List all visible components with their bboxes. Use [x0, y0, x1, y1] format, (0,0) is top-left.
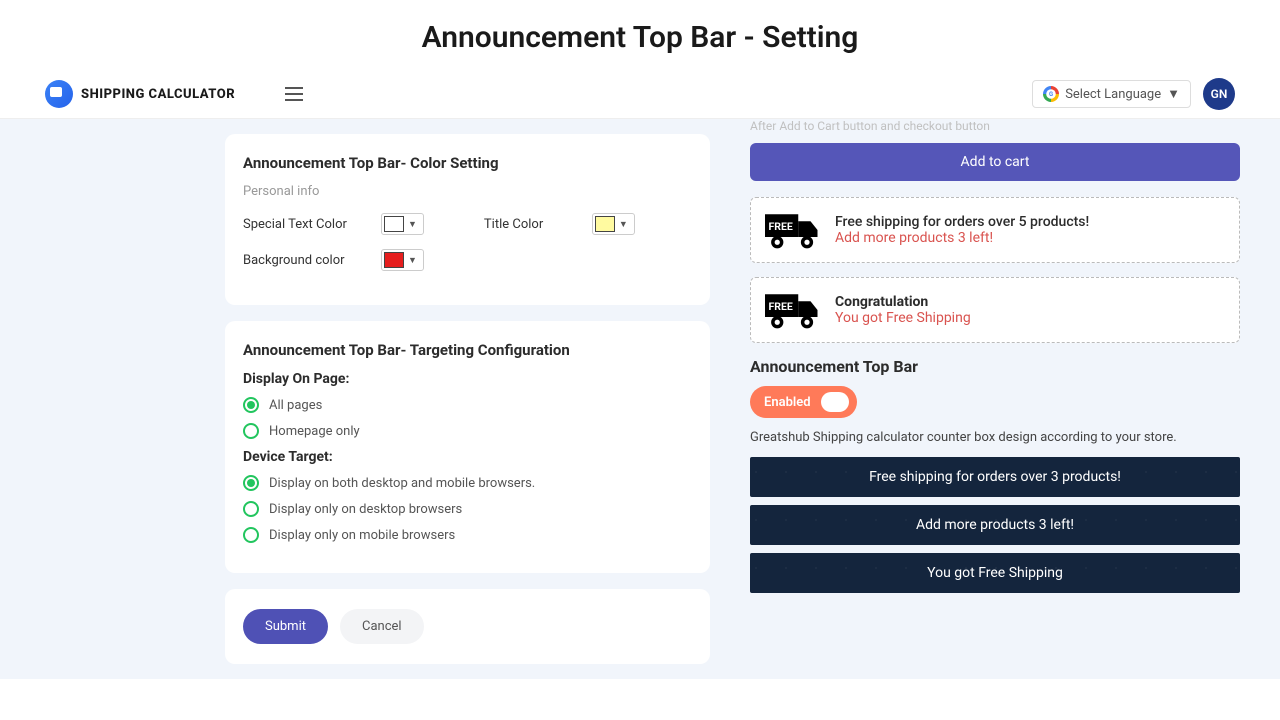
submit-button[interactable]: Submit: [243, 609, 328, 644]
content: Announcement Top Bar- Color Setting Pers…: [0, 119, 1280, 679]
radio-label: Display only on desktop browsers: [269, 502, 462, 517]
radio-label: All pages: [269, 398, 322, 413]
color-subtitle: Personal info: [243, 184, 692, 199]
menu-icon[interactable]: [285, 87, 303, 101]
radio-icon: [243, 397, 259, 413]
promo-box-2: FREE Congratulation You got Free Shippin…: [750, 277, 1240, 343]
color-swatch: [384, 252, 404, 268]
radio-icon: [243, 501, 259, 517]
radio-icon: [243, 423, 259, 439]
logo-text: SHIPPING CALCULATOR: [81, 87, 235, 102]
radio-desktop[interactable]: Display only on desktop browsers: [243, 501, 692, 517]
enabled-toggle[interactable]: Enabled: [750, 386, 857, 418]
radio-both[interactable]: Display on both desktop and mobile brows…: [243, 475, 692, 491]
preview-section-title: Announcement Top Bar: [750, 357, 1240, 376]
logo-icon: [45, 80, 73, 108]
toggle-label: Enabled: [764, 395, 811, 410]
special-text-label: Special Text Color: [243, 217, 353, 232]
bg-color-label: Background color: [243, 253, 353, 268]
action-card: Submit Cancel: [225, 589, 710, 664]
preview-desc: Greatshub Shipping calculator counter bo…: [750, 430, 1240, 445]
promo1-line1: Free shipping for orders over 5 products…: [835, 214, 1089, 230]
chevron-down-icon: ▼: [404, 219, 421, 230]
radio-homepage[interactable]: Homepage only: [243, 423, 692, 439]
settings-column: Announcement Top Bar- Color Setting Pers…: [210, 119, 720, 679]
top-bar: SHIPPING CALCULATOR Select Language ▼ GN: [0, 70, 1280, 119]
preview-column: After Add to Cart button and checkout bu…: [720, 119, 1280, 679]
logo[interactable]: SHIPPING CALCULATOR: [45, 80, 235, 108]
cancel-button[interactable]: Cancel: [340, 609, 424, 644]
google-icon: [1043, 86, 1059, 102]
color-swatch: [384, 216, 404, 232]
svg-text:FREE: FREE: [769, 300, 793, 313]
promo1-line2: Add more products 3 left!: [835, 230, 1089, 246]
radio-label: Homepage only: [269, 424, 360, 439]
language-select[interactable]: Select Language ▼: [1032, 80, 1191, 108]
announcement-bar-2: Add more products 3 left!: [750, 505, 1240, 545]
color-card-title: Announcement Top Bar- Color Setting: [243, 154, 692, 172]
special-text-color-picker[interactable]: ▼: [381, 213, 424, 235]
radio-mobile[interactable]: Display only on mobile browsers: [243, 527, 692, 543]
announcement-bar-1: Free shipping for orders over 3 products…: [750, 457, 1240, 497]
radio-icon: [243, 475, 259, 491]
free-truck-icon: FREE: [765, 290, 821, 330]
radio-label: Display on both desktop and mobile brows…: [269, 476, 535, 491]
language-label: Select Language: [1065, 87, 1161, 102]
bg-color-picker[interactable]: ▼: [381, 249, 424, 271]
targeting-title: Announcement Top Bar- Targeting Configur…: [243, 341, 692, 359]
add-to-cart-button[interactable]: Add to cart: [750, 143, 1240, 181]
free-truck-icon: FREE: [765, 210, 821, 250]
chevron-down-icon: ▼: [615, 219, 632, 230]
promo2-line1: Congratulation: [835, 294, 971, 310]
chevron-down-icon: ▼: [1167, 86, 1180, 102]
svg-text:FREE: FREE: [769, 220, 793, 233]
targeting-card: Announcement Top Bar- Targeting Configur…: [225, 321, 710, 573]
promo2-line2: You got Free Shipping: [835, 310, 971, 326]
title-color-picker[interactable]: ▼: [592, 213, 635, 235]
announcement-bar-3: You got Free Shipping: [750, 553, 1240, 593]
chevron-down-icon: ▼: [404, 255, 421, 266]
title-color-label: Title Color: [484, 217, 564, 232]
topbar-left: SHIPPING CALCULATOR: [45, 80, 303, 108]
radio-icon: [243, 527, 259, 543]
promo-box-1: FREE Free shipping for orders over 5 pro…: [750, 197, 1240, 263]
topbar-right: Select Language ▼ GN: [1032, 78, 1235, 110]
display-on-label: Display On Page:: [243, 371, 692, 387]
toggle-knob: [821, 392, 849, 412]
radio-all-pages[interactable]: All pages: [243, 397, 692, 413]
device-target-label: Device Target:: [243, 449, 692, 465]
ghost-hint: After Add to Cart button and checkout bu…: [750, 119, 1240, 133]
page-title: Announcement Top Bar - Setting: [0, 0, 1280, 70]
color-setting-card: Announcement Top Bar- Color Setting Pers…: [225, 134, 710, 305]
avatar[interactable]: GN: [1203, 78, 1235, 110]
radio-label: Display only on mobile browsers: [269, 528, 455, 543]
color-swatch: [595, 216, 615, 232]
